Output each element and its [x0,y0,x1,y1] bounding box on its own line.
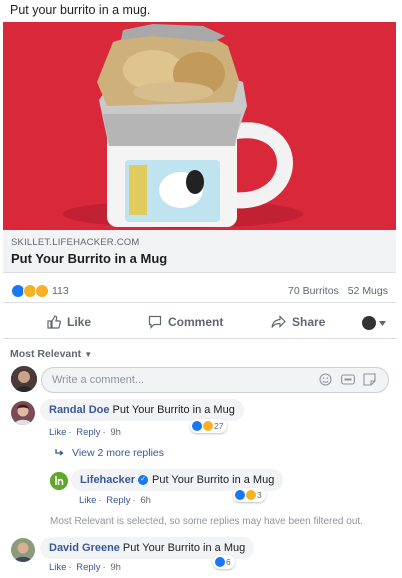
like-button[interactable]: Like [47,315,91,329]
comment-reaction-count: 27 [214,421,224,431]
comment-like-link[interactable]: Like [49,562,66,573]
haha-reaction-icon [203,421,213,431]
sort-label: Most Relevant [10,348,82,360]
comment-bubble: Randal Doe Put Your Burrito in a Mug [40,399,244,421]
avatar[interactable] [50,472,68,490]
user-photo [11,366,37,392]
comment-author[interactable]: Randal Doe [49,404,110,416]
reply-time[interactable]: 6h [140,495,151,506]
gif-icon[interactable] [341,373,355,386]
like-reaction-icon [192,421,202,431]
caret-down-icon [379,320,386,326]
link-title[interactable]: Put Your Burrito in a Mug [11,251,167,266]
comment-label: Comment [168,315,224,329]
comment-reaction-count: 6 [226,557,231,567]
avatar[interactable] [11,366,37,392]
link-card[interactable]: SKILLET.LIFEHACKER.COM Put Your Burrito … [3,230,396,273]
link-domain: SKILLET.LIFEHACKER.COM [11,237,140,248]
post-stats: 113 70 Burritos 52 Mugs [3,280,396,303]
comment-time[interactable]: 9h [110,427,121,438]
comment-reactions[interactable]: 27 [190,419,228,433]
comment-reply-link[interactable]: Reply [76,427,100,438]
like-reaction-icon [235,490,245,500]
share-label: Share [292,315,326,329]
comment-placeholder: Write a comment... [52,374,145,386]
share-button[interactable]: Share [271,315,325,329]
comment-reply-link[interactable]: Reply [76,562,100,573]
view-more-replies[interactable]: View 2 more replies [55,447,164,459]
comment-icon [148,315,162,329]
comment-meta: Like · Reply · 9h [49,562,121,573]
comment-text: Put Your Burrito in a Mug [112,404,235,416]
reply-reaction-count: 3 [257,490,262,500]
verified-badge-icon: ✓ [138,475,149,486]
caret-down-icon: ▼ [84,350,93,359]
thumbs-up-icon [47,315,61,329]
emoji-icon[interactable] [319,373,332,386]
view-more-replies-label: View 2 more replies [72,447,165,459]
link-preview-image[interactable] [3,22,396,230]
reply-like-link[interactable]: Like [79,495,96,506]
like-label: Like [67,315,92,329]
stat-right: 70 Burritos 52 Mugs [282,285,388,297]
share-count[interactable]: 52 Mugs [348,285,388,297]
comment-count[interactable]: 70 Burritos [288,285,339,297]
comment-time[interactable]: 9h [110,562,121,573]
action-bar: Like Comment Share [3,308,396,339]
comment-like-link[interactable]: Like [49,427,66,438]
share-arrow-icon [271,315,286,328]
reply-arrow-icon [55,449,64,456]
reply-reply-link[interactable]: Reply [106,495,130,506]
commenter-photo [11,401,35,425]
comment-meta: Like · Reply · 9h [49,427,121,438]
comment-text: Put Your Burrito in a Mug [122,542,246,554]
filter-note: Most Relevant is selected, so some repli… [50,516,363,527]
avatar[interactable] [11,401,35,425]
wow-reaction-icon[interactable] [35,284,49,298]
burrito-mug-photo [3,22,396,230]
comment-sort-dropdown[interactable]: Most Relevant ▼ [10,348,92,360]
comment-author[interactable]: David Greene [49,542,120,554]
like-reaction-icon [215,557,225,567]
haha-reaction-icon [246,490,256,500]
comment-button[interactable]: Comment [148,315,223,329]
reply-text: Put Your Burrito in a Mug [152,474,275,486]
commenter-photo [11,538,35,562]
reply-reactions[interactable]: 3 [233,488,266,502]
reply-meta: Like · Reply · 6h [79,495,151,506]
avatar [362,316,376,330]
sticker-icon[interactable] [363,373,376,386]
post-as-selector[interactable] [362,316,386,330]
avatar[interactable] [11,538,35,562]
reaction-count[interactable]: 113 [52,285,69,297]
comment-reactions[interactable]: 6 [213,555,235,569]
comment-input[interactable]: Write a comment... [41,367,389,393]
reply-author[interactable]: Lifehacker [80,474,135,486]
post-text: Put your burrito in a mug. [10,3,151,17]
lifehacker-logo [50,472,68,490]
